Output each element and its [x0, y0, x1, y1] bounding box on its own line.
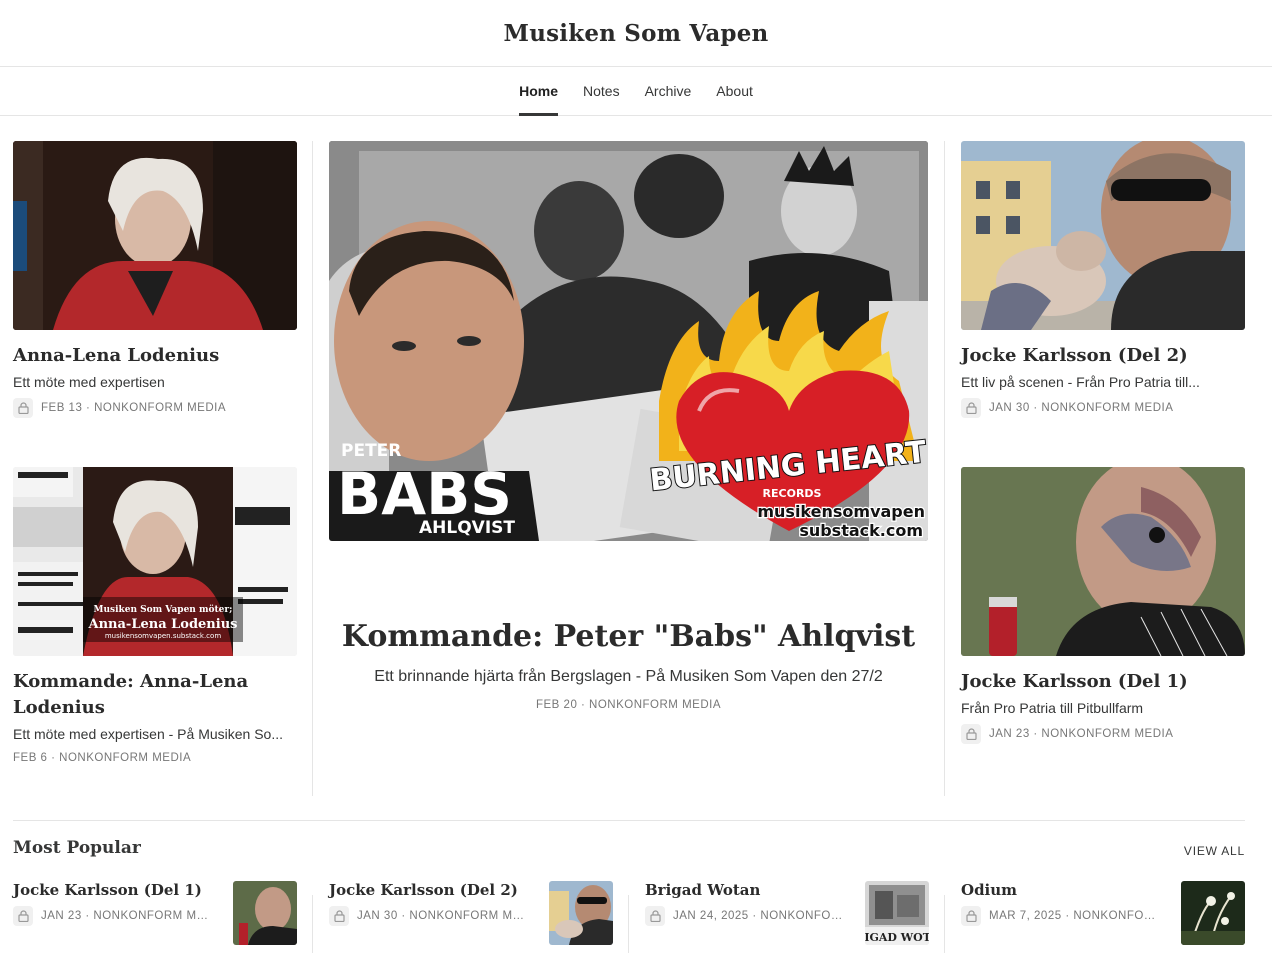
popular-post-meta: MAR 7, 2025 · NONKONFORM MEDIA	[961, 906, 1161, 926]
nav-notes[interactable]: Notes	[583, 67, 620, 116]
popular-post-meta: JAN 30 · NONKONFORM MEDIA	[329, 906, 529, 926]
post-meta: FEB 13 · NONKONFORM MEDIA	[13, 398, 297, 418]
site-header: Musiken Som Vapen	[0, 0, 1272, 67]
site-title[interactable]: Musiken Som Vapen	[504, 20, 769, 47]
post-meta: JAN 30 · NONKONFORM MEDIA	[961, 398, 1245, 418]
view-all-link[interactable]: VIEW ALL	[1184, 844, 1245, 858]
post-subtitle: Från Pro Patria till Pitbullfarm	[961, 700, 1144, 716]
post-thumbnail[interactable]	[13, 141, 297, 330]
main-nav: Home Notes Archive About	[0, 67, 1272, 116]
popular-post-thumbnail[interactable]: RIGAD WOTA	[865, 881, 929, 945]
column-divider	[312, 895, 313, 953]
lock-icon	[329, 906, 349, 926]
lock-icon	[961, 398, 981, 418]
popular-post-thumbnail[interactable]	[233, 881, 297, 945]
post-meta: JAN 23 · NONKONFORM MEDIA	[961, 724, 1245, 744]
popular-post-thumbnail[interactable]	[549, 881, 613, 945]
popular-post-meta: JAN 24, 2025 · NONKONFORM MEDIA	[645, 906, 845, 926]
featured-post-subtitle: Ett brinnande hjärta från Bergslagen - P…	[374, 668, 883, 685]
hero-image-url2: substack.com	[799, 521, 923, 540]
popular-post-meta-text: JAN 30 · NONKONFORM MEDIA	[357, 910, 529, 922]
post-thumbnail[interactable]: Musiken Som Vapen möter; Anna-Lena Loden…	[13, 467, 297, 656]
popular-post-meta-text: MAR 7, 2025 · NONKONFORM MEDIA	[989, 910, 1161, 922]
nav-archive[interactable]: Archive	[645, 67, 692, 116]
post-title[interactable]: Jocke Karlsson (Del 2)	[961, 343, 1245, 369]
post-meta: FEB 6 · NONKONFORM MEDIA	[13, 752, 297, 764]
post-meta-text: JAN 23 · NONKONFORM MEDIA	[989, 728, 1174, 740]
hero-image-name-last: AHLQVIST	[419, 518, 515, 538]
lock-icon	[961, 724, 981, 744]
post-subtitle: Ett möte med expertisen - På Musiken So.…	[13, 726, 284, 742]
post-thumbnail[interactable]	[961, 141, 1245, 330]
popular-post-meta-text: JAN 24, 2025 · NONKONFORM MEDIA	[673, 910, 845, 922]
post-title[interactable]: Jocke Karlsson (Del 1)	[961, 669, 1245, 695]
post-meta-text: FEB 6 · NONKONFORM MEDIA	[13, 752, 192, 764]
popular-post[interactable]: Jocke Karlsson (Del 1) JAN 23 · NONKONFO…	[13, 881, 297, 945]
post-thumbnail[interactable]	[961, 467, 1245, 656]
featured-post-meta: FEB 20 · NONKONFORM MEDIA	[535, 699, 722, 711]
nav-home[interactable]: Home	[519, 67, 558, 116]
popular-post[interactable]: Jocke Karlsson (Del 2) JAN 30 · NONKONFO…	[329, 881, 613, 945]
popular-post-meta-text: JAN 23 · NONKONFORM MEDIA	[41, 910, 213, 922]
post-card[interactable]: Jocke Karlsson (Del 1) Från Pro Patria t…	[961, 467, 1245, 744]
column-divider	[944, 141, 945, 796]
popular-post-meta: JAN 23 · NONKONFORM MEDIA	[13, 906, 213, 926]
thumbnail-caption-line3: musikensomvapen.substack.com	[105, 632, 221, 640]
hero-image-logo-sub: RECORDS	[763, 487, 822, 500]
post-title[interactable]: Anna-Lena Lodenius	[13, 343, 297, 369]
post-title[interactable]: Kommande: Anna-Lena Lodenius	[13, 669, 297, 721]
post-card[interactable]: Jocke Karlsson (Del 2) Ett liv på scenen…	[961, 141, 1245, 418]
featured-post-image[interactable]: PETER BABS AHLQVIST BURNING HEART RECORD…	[329, 141, 928, 541]
thumbnail-caption-line2: Anna-Lena Lodenius	[88, 617, 238, 632]
column-divider	[628, 895, 629, 953]
nav-about[interactable]: About	[716, 67, 753, 116]
lock-icon	[961, 906, 981, 926]
hero-image-url1: musikensomvapen	[757, 502, 925, 521]
popular-post[interactable]: Odium MAR 7, 2025 · NONKONFORM MEDIA	[961, 881, 1245, 945]
post-subtitle: Ett liv på scenen - Från Pro Patria till…	[961, 374, 1200, 390]
post-meta-text: JAN 30 · NONKONFORM MEDIA	[989, 402, 1174, 414]
featured-post-title[interactable]: Kommande: Peter "Babs" Ahlqvist	[329, 619, 928, 654]
hero-image-name-first: PETER	[341, 441, 401, 461]
featured-post[interactable]: PETER BABS AHLQVIST BURNING HEART RECORD…	[329, 141, 928, 711]
lock-icon	[13, 398, 33, 418]
post-subtitle: Ett möte med expertisen	[13, 374, 165, 390]
post-card[interactable]: Musiken Som Vapen möter; Anna-Lena Loden…	[13, 467, 297, 764]
lock-icon	[13, 906, 33, 926]
popular-post-thumbnail[interactable]	[1181, 881, 1245, 945]
column-divider	[312, 141, 313, 796]
most-popular-heading: Most Popular	[13, 838, 141, 858]
popular-thumb-text: RIGAD WOTA	[865, 931, 929, 944]
popular-post[interactable]: Brigad Wotan JAN 24, 2025 · NONKONFORM M…	[645, 881, 929, 945]
post-meta-text: FEB 13 · NONKONFORM MEDIA	[41, 402, 227, 414]
section-divider	[13, 820, 1245, 821]
column-divider	[944, 895, 945, 953]
post-card[interactable]: Anna-Lena Lodenius Ett möte med expertis…	[13, 141, 297, 418]
thumbnail-caption-line1: Musiken Som Vapen möter;	[94, 604, 233, 615]
lock-icon	[645, 906, 665, 926]
